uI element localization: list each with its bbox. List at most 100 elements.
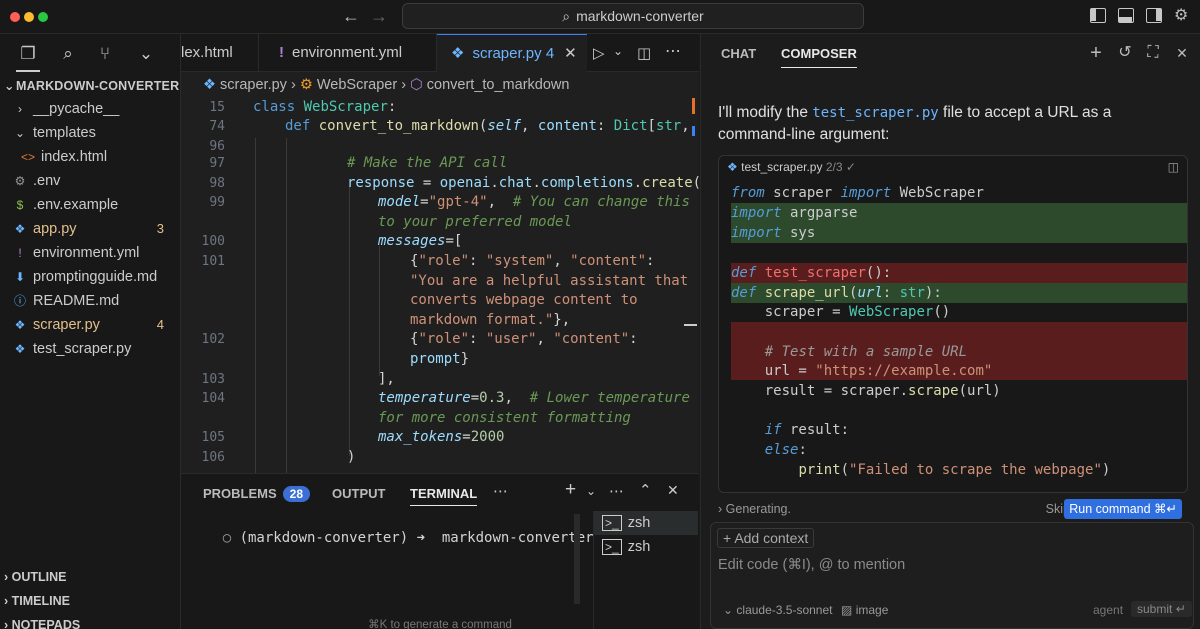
toggle-secondary-sidebar-icon[interactable]: [1146, 8, 1162, 23]
tab-output[interactable]: OUTPUT: [332, 486, 385, 501]
code-editor[interactable]: 15 74 96 97 98 99 100 101 102 103 104 105 106 class …: [181, 98, 699, 473]
search-icon[interactable]: ⌕: [58, 44, 78, 64]
terminal-session[interactable]: >_ zsh: [594, 511, 698, 535]
activity-bar: ❐ ⌕ ⑂ ⌄: [0, 34, 181, 74]
file-tree-item[interactable]: ⓘ README.md: [0, 289, 181, 313]
run-command-button[interactable]: Run command ⌘↵: [1064, 499, 1182, 519]
file-tree-item[interactable]: ⌄ templates: [0, 121, 181, 145]
maximize-window-button[interactable]: [38, 12, 48, 22]
breadcrumb-class[interactable]: WebScraper: [317, 77, 397, 93]
command-center-search[interactable]: ⌕ markdown-converter: [402, 3, 864, 29]
file-tree-item[interactable]: ❖ scraper.py 4: [0, 313, 181, 337]
customize-layout-icon[interactable]: ⚙: [1174, 6, 1188, 26]
code-block-filename[interactable]: test_scraper.py: [741, 160, 822, 174]
line-number: 97: [209, 156, 225, 171]
breadcrumb-method[interactable]: convert_to_markdown: [427, 77, 570, 93]
tab-chat[interactable]: CHAT: [721, 46, 756, 61]
outline-section[interactable]: › OUTLINE: [4, 570, 67, 584]
search-text: markdown-converter: [576, 8, 704, 24]
chevron-down-icon[interactable]: ⌄: [136, 44, 156, 64]
back-arrow-icon[interactable]: ←: [342, 6, 360, 26]
plus-icon: +: [723, 530, 732, 546]
submit-button[interactable]: submit ↵: [1131, 601, 1192, 617]
problem-count-badge: 4: [156, 317, 164, 332]
tab-index-html[interactable]: lex.html: [181, 34, 259, 72]
line-number: 98: [209, 176, 225, 191]
notepads-section[interactable]: › NOTEPADS: [4, 618, 80, 629]
close-icon[interactable]: ✕: [564, 45, 577, 62]
more-icon[interactable]: ⋯: [493, 482, 508, 500]
new-terminal-icon[interactable]: +: [565, 479, 576, 501]
python-icon: ❖: [14, 318, 26, 332]
file-tree-item[interactable]: ⚙ .env: [0, 169, 181, 193]
code-line: {"role": "system", "content":: [410, 253, 655, 269]
file-tree-label: scraper.py: [33, 317, 100, 333]
file-tree-item[interactable]: ! environment.yml: [0, 241, 181, 265]
tab-problems[interactable]: PROBLEMS 28: [203, 486, 311, 502]
close-icon[interactable]: ✕: [1173, 44, 1191, 62]
line-number: 102: [201, 332, 225, 347]
model-selector[interactable]: ⌄ claude-3.5-sonnet: [723, 603, 832, 617]
code-block-progress: 2/3: [825, 160, 843, 174]
terminal-session[interactable]: >_ zsh: [594, 535, 698, 559]
expand-icon[interactable]: ⛶: [1144, 44, 1162, 62]
file-tree-item[interactable]: <> index.html: [0, 145, 181, 169]
tab-composer[interactable]: COMPOSER: [781, 46, 857, 68]
history-icon[interactable]: ↺: [1116, 44, 1134, 62]
forward-arrow-icon[interactable]: →: [370, 6, 388, 26]
new-composer-icon[interactable]: +: [1087, 43, 1105, 63]
files-icon[interactable]: ❐: [18, 44, 38, 64]
code-line: class WebScraper:: [253, 99, 397, 115]
file-reference-link[interactable]: test_scraper.py: [812, 105, 938, 121]
composer-input[interactable]: Edit code (⌘I), @ to mention: [718, 557, 905, 573]
method-icon: ⬡: [410, 77, 423, 93]
toggle-panel-icon[interactable]: [1118, 8, 1134, 23]
code-block-header: ❖ test_scraper.py 2/3 ✓ ◫: [719, 156, 1187, 178]
title-bar: ← → ⌕ markdown-converter ⚙: [0, 0, 1200, 34]
file-tree-item[interactable]: $ .env.example: [0, 193, 181, 217]
mode-selector[interactable]: agent: [1093, 603, 1123, 617]
source-control-icon[interactable]: ⑂: [95, 44, 115, 64]
terminal-output[interactable]: ○ (markdown-converter) ➜ markdown-conver…: [189, 514, 611, 562]
chevron-down-icon[interactable]: ⌄: [613, 44, 623, 58]
chevron-down-icon[interactable]: ⌄: [586, 484, 596, 498]
terminal-scrollbar[interactable]: [574, 514, 580, 604]
add-context-button[interactable]: + Add context: [717, 528, 815, 548]
run-icon[interactable]: ▷: [593, 44, 605, 62]
minimize-window-button[interactable]: [24, 12, 34, 22]
file-tree-label: environment.yml: [33, 245, 140, 261]
diff-line: from scraper import WebScraper: [731, 185, 984, 201]
file-tree-item[interactable]: ⬇ promptingguide.md: [0, 265, 181, 289]
copy-icon[interactable]: ◫: [1168, 156, 1179, 178]
timeline-section[interactable]: › TIMELINE: [4, 594, 70, 608]
file-tree-item[interactable]: › __pycache__: [0, 97, 181, 121]
diff-line-removed: url = "https://example.com": [731, 363, 993, 379]
image-button[interactable]: ▨ image: [841, 603, 888, 617]
code-line: temperature=0.3, # Lower temperature: [378, 390, 690, 406]
diff-line: if result:: [764, 422, 850, 438]
more-actions-icon[interactable]: ⋯: [665, 41, 681, 61]
chevron-right-icon: ›: [4, 594, 9, 608]
toggle-primary-sidebar-icon[interactable]: [1090, 8, 1106, 23]
exclamation-icon: !: [279, 44, 284, 61]
close-window-button[interactable]: [10, 12, 20, 22]
file-tree-label: promptingguide.md: [33, 269, 158, 285]
terminal-icon: >_: [602, 515, 622, 531]
diff-line: else:: [764, 442, 807, 458]
file-tree-item[interactable]: ❖ test_scraper.py: [0, 337, 181, 361]
markdown-icon: ⬇: [14, 270, 26, 284]
generating-status: Generating.: [725, 502, 791, 516]
breadcrumb-file[interactable]: scraper.py: [220, 77, 287, 93]
tab-scraper-py[interactable]: ❖ scraper.py 4 ✕: [437, 34, 587, 72]
tab-terminal[interactable]: TERMINAL: [410, 486, 478, 506]
scrollbar-thumb[interactable]: [684, 324, 697, 326]
tab-environment-yml[interactable]: ! environment.yml: [259, 34, 437, 72]
terminal-session-list: >_ zsh >_ zsh: [593, 511, 698, 629]
explorer-root-folder[interactable]: ⌄MARKDOWN-CONVERTER: [4, 78, 179, 93]
close-panel-icon[interactable]: ✕: [667, 482, 679, 499]
more-actions-icon[interactable]: ⋯: [609, 482, 624, 500]
problem-count-badge: 3: [156, 221, 164, 236]
split-editor-icon[interactable]: ◫: [637, 44, 651, 62]
maximize-panel-icon[interactable]: ⌃: [639, 481, 652, 499]
file-tree-item[interactable]: ❖ app.py 3: [0, 217, 181, 241]
